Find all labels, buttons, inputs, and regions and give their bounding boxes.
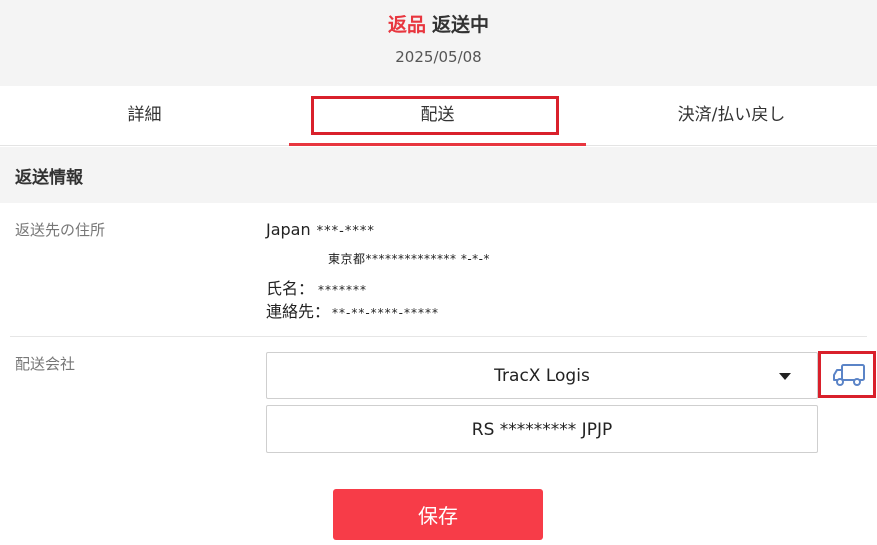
address-street: 東京都************** *-*-* (328, 252, 490, 266)
section-header: 返送情報 (0, 147, 877, 203)
tracking-number: RS ********* JPJP (471, 420, 613, 440)
address-country: Japan (266, 220, 311, 239)
tab-bar: 詳細 配送 決済/払い戻し (0, 86, 877, 146)
contact-line: 連絡先： **-**-****-***** (266, 298, 439, 322)
truck-icon (833, 364, 865, 386)
contact-label: 連絡先： (266, 302, 331, 321)
carrier-selected-value: TracX Logis (494, 366, 590, 386)
tab-payment-refund[interactable]: 決済/払い戻し (586, 86, 877, 146)
order-date: 2025/05/08 (395, 48, 482, 66)
dropdown-arrow-icon (779, 373, 791, 380)
order-status-title: 返品 返送中 (0, 10, 877, 37)
recipient-name: ******* (318, 283, 368, 297)
status-text: 返送中 (432, 14, 490, 36)
return-tag: 返品 (387, 14, 426, 36)
save-button[interactable]: 保存 (333, 489, 543, 540)
recipient-name-label: 氏名： (266, 279, 315, 298)
divider (10, 336, 867, 337)
contact-phone: **-**-****-***** (332, 306, 440, 320)
carrier-select[interactable]: TracX Logis (266, 352, 818, 399)
carrier-label: 配送会社 (15, 355, 76, 373)
track-shipment-button[interactable] (818, 351, 876, 398)
recipient-name-line: 氏名： ******* (266, 275, 367, 299)
tab-details[interactable]: 詳細 (0, 86, 289, 146)
tracking-number-field[interactable]: RS ********* JPJP (266, 405, 818, 453)
tab-shipping[interactable]: 配送 (289, 86, 586, 146)
section-title: 返送情報 (15, 168, 83, 188)
address-label: 返送先の住所 (15, 221, 106, 239)
address-postal: ***-**** (316, 224, 375, 239)
order-header: 返品 返送中 2025/05/08 (0, 0, 877, 86)
address-country-line: Japan ***-**** (266, 220, 375, 239)
